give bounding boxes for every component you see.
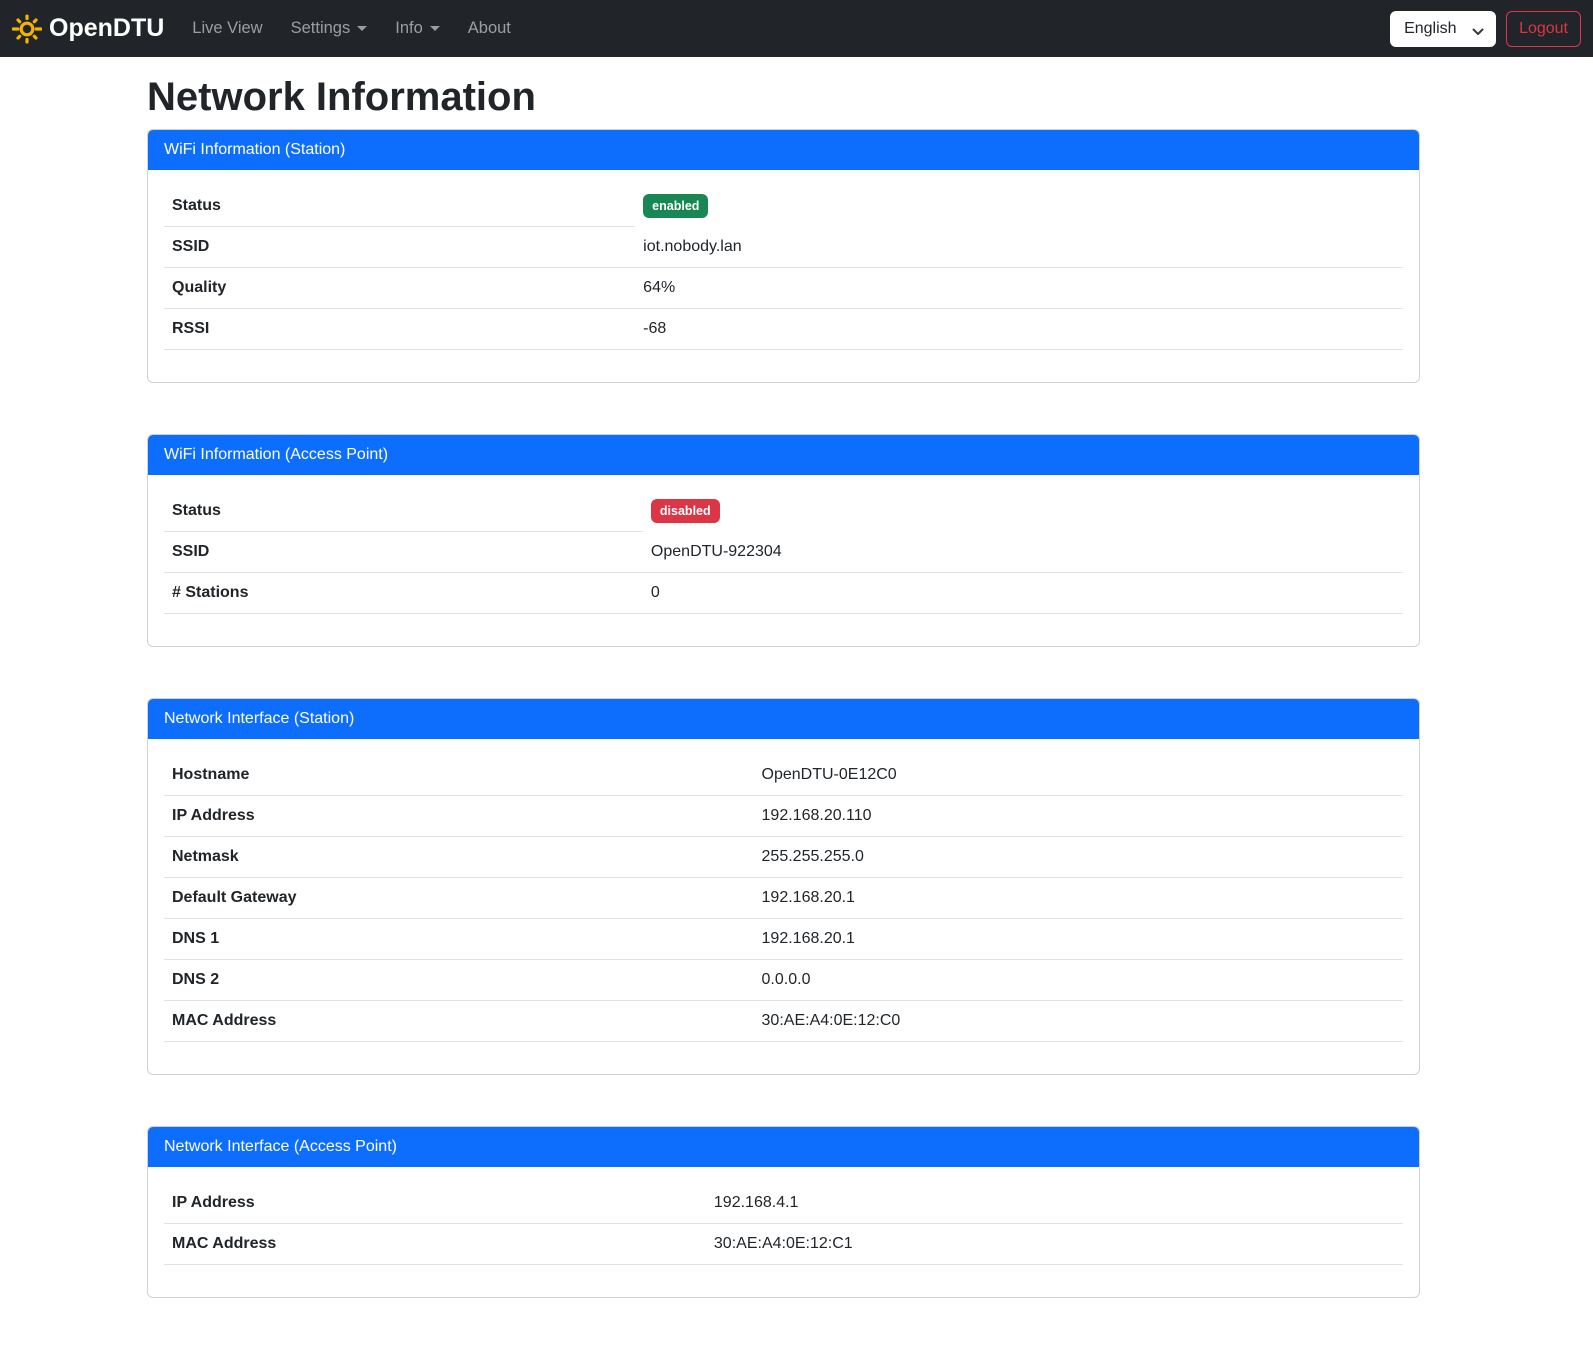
row-label: Default Gateway bbox=[164, 878, 754, 919]
row-label: Quality bbox=[164, 268, 635, 309]
language-select-wrap: English bbox=[1390, 11, 1496, 47]
info-table: Status enabled SSID iot.nobody.lan Quali… bbox=[164, 186, 1403, 350]
row-label: RSSI bbox=[164, 309, 635, 350]
status-badge: enabled bbox=[643, 194, 708, 218]
info-card: WiFi Information (Station) Status enable… bbox=[147, 129, 1420, 383]
row-value: OpenDTU-0E12C0 bbox=[754, 755, 1403, 796]
info-card: Network Interface (Access Point) IP Addr… bbox=[147, 1126, 1420, 1298]
table-row: MAC Address 30:AE:A4:0E:12:C0 bbox=[164, 1001, 1403, 1042]
card-body: IP Address 192.168.4.1 MAC Address 30:AE… bbox=[148, 1167, 1419, 1297]
brand-link[interactable]: OpenDTU bbox=[12, 14, 164, 44]
logout-button[interactable]: Logout bbox=[1506, 11, 1581, 47]
row-label: SSID bbox=[164, 532, 643, 573]
navbar: OpenDTU Live View Settings Info About En… bbox=[0, 0, 1593, 57]
card-header: Network Interface (Station) bbox=[148, 699, 1419, 739]
table-row: IP Address 192.168.20.110 bbox=[164, 796, 1403, 837]
nav-item-live-view[interactable]: Live View bbox=[178, 11, 276, 46]
info-card: Network Interface (Station) Hostname Ope… bbox=[147, 698, 1420, 1075]
table-row: DNS 2 0.0.0.0 bbox=[164, 960, 1403, 1001]
row-label: Hostname bbox=[164, 755, 754, 796]
card-header: Network Interface (Access Point) bbox=[148, 1127, 1419, 1167]
row-label: Netmask bbox=[164, 837, 754, 878]
language-select[interactable]: English bbox=[1390, 11, 1496, 47]
table-row: Status disabled bbox=[164, 491, 1403, 532]
nav-item-info[interactable]: Info bbox=[381, 11, 454, 46]
row-value: 192.168.4.1 bbox=[706, 1183, 1403, 1224]
row-label: DNS 1 bbox=[164, 919, 754, 960]
table-row: Netmask 255.255.255.0 bbox=[164, 837, 1403, 878]
nav-item-about[interactable]: About bbox=[454, 11, 525, 46]
row-label: MAC Address bbox=[164, 1224, 706, 1265]
row-label: IP Address bbox=[164, 796, 754, 837]
nav-item-settings[interactable]: Settings bbox=[277, 11, 382, 46]
nav-menu: Live View Settings Info About bbox=[178, 11, 525, 46]
table-row: SSID OpenDTU-922304 bbox=[164, 532, 1403, 573]
sun-icon bbox=[12, 14, 42, 44]
table-row: Status enabled bbox=[164, 186, 1403, 227]
card-header: WiFi Information (Station) bbox=[148, 130, 1419, 170]
row-label: # Stations bbox=[164, 573, 643, 614]
row-value: 255.255.255.0 bbox=[754, 837, 1403, 878]
page-title: Network Information bbox=[147, 73, 1420, 121]
info-card: WiFi Information (Access Point) Status d… bbox=[147, 434, 1420, 647]
table-row: # Stations 0 bbox=[164, 573, 1403, 614]
row-value: 30:AE:A4:0E:12:C1 bbox=[706, 1224, 1403, 1265]
row-value: disabled bbox=[643, 491, 1403, 532]
info-table: Status disabled SSID OpenDTU-922304 # St… bbox=[164, 491, 1403, 614]
info-table: Hostname OpenDTU-0E12C0 IP Address 192.1… bbox=[164, 755, 1403, 1042]
table-row: Hostname OpenDTU-0E12C0 bbox=[164, 755, 1403, 796]
row-label: Status bbox=[164, 491, 643, 532]
card-body: Hostname OpenDTU-0E12C0 IP Address 192.1… bbox=[148, 739, 1419, 1074]
row-value: -68 bbox=[635, 309, 1403, 350]
table-row: IP Address 192.168.4.1 bbox=[164, 1183, 1403, 1224]
row-value: OpenDTU-922304 bbox=[643, 532, 1403, 573]
row-label: DNS 2 bbox=[164, 960, 754, 1001]
row-value: 30:AE:A4:0E:12:C0 bbox=[754, 1001, 1403, 1042]
table-row: MAC Address 30:AE:A4:0E:12:C1 bbox=[164, 1224, 1403, 1265]
row-value: 192.168.20.110 bbox=[754, 796, 1403, 837]
row-label: SSID bbox=[164, 227, 635, 268]
card-body: Status enabled SSID iot.nobody.lan Quali… bbox=[148, 170, 1419, 382]
row-value: 64% bbox=[635, 268, 1403, 309]
row-label: Status bbox=[164, 186, 635, 227]
status-badge: disabled bbox=[651, 499, 720, 523]
row-value: 0 bbox=[643, 573, 1403, 614]
info-table: IP Address 192.168.4.1 MAC Address 30:AE… bbox=[164, 1183, 1403, 1265]
row-value: enabled bbox=[635, 186, 1403, 227]
row-value: 0.0.0.0 bbox=[754, 960, 1403, 1001]
row-value: 192.168.20.1 bbox=[754, 919, 1403, 960]
chevron-down-icon bbox=[430, 26, 440, 31]
row-value: iot.nobody.lan bbox=[635, 227, 1403, 268]
brand-label: OpenDTU bbox=[49, 14, 164, 43]
row-label: IP Address bbox=[164, 1183, 706, 1224]
card-body: Status disabled SSID OpenDTU-922304 # St… bbox=[148, 475, 1419, 646]
chevron-down-icon bbox=[357, 26, 367, 31]
main-content: Network Information WiFi Information (St… bbox=[147, 73, 1420, 1298]
row-value: 192.168.20.1 bbox=[754, 878, 1403, 919]
card-header: WiFi Information (Access Point) bbox=[148, 435, 1419, 475]
cards: WiFi Information (Station) Status enable… bbox=[147, 129, 1420, 1298]
table-row: RSSI -68 bbox=[164, 309, 1403, 350]
table-row: DNS 1 192.168.20.1 bbox=[164, 919, 1403, 960]
table-row: Quality 64% bbox=[164, 268, 1403, 309]
table-row: SSID iot.nobody.lan bbox=[164, 227, 1403, 268]
table-row: Default Gateway 192.168.20.1 bbox=[164, 878, 1403, 919]
row-label: MAC Address bbox=[164, 1001, 754, 1042]
